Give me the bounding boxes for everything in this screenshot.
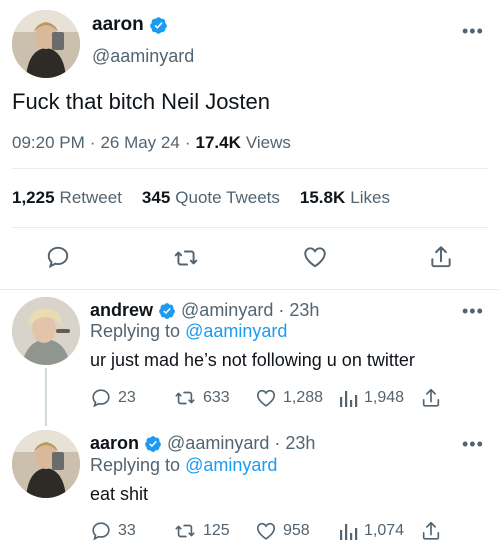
reply-age[interactable]: 23h	[285, 433, 315, 454]
main-handle[interactable]: @aaminyard	[92, 46, 194, 67]
like-count: 1,288	[283, 389, 324, 406]
divider	[12, 227, 488, 228]
retweet-count: 125	[203, 522, 230, 539]
reply-author-name[interactable]: andrew	[90, 300, 153, 321]
reply-author-name[interactable]: aaron	[90, 433, 139, 454]
reply-author-handle[interactable]: @aminyard	[181, 300, 273, 321]
share-icon[interactable]	[420, 386, 442, 410]
more-icon[interactable]: •••	[462, 435, 484, 453]
reply-age[interactable]: 23h	[289, 300, 319, 321]
views-button[interactable]: 1,074	[338, 520, 404, 542]
divider	[12, 168, 488, 169]
like-icon[interactable]	[301, 244, 329, 270]
main-display-name[interactable]: aaron	[92, 14, 144, 36]
reply-count: 33	[118, 522, 136, 539]
main-stats-row: 1,225 Retweet 345 Quote Tweets 15.8K Lik…	[12, 188, 390, 208]
retweet-button[interactable]: 633	[173, 387, 230, 409]
aaron-avatar[interactable]	[12, 10, 80, 78]
separator: ·	[274, 433, 281, 453]
quote-label[interactable]: Quote Tweets	[175, 188, 280, 208]
likes-label[interactable]: Likes	[350, 188, 390, 208]
like-icon	[256, 522, 276, 540]
more-icon[interactable]: •••	[462, 302, 484, 320]
reply-button[interactable]: 23	[90, 387, 136, 409]
like-button[interactable]: 1,288	[255, 387, 323, 409]
retweet-count: 633	[203, 389, 230, 406]
like-count: 958	[283, 522, 310, 539]
main-tweet-text: Fuck that bitch Neil Josten	[12, 89, 271, 114]
reply-text: eat shit	[90, 484, 149, 504]
views-button[interactable]: 1,948	[338, 387, 404, 409]
replying-to-link[interactable]: @aaminyard	[185, 321, 287, 342]
retweet-button[interactable]: 125	[173, 520, 230, 542]
reply-count: 23	[118, 389, 136, 406]
views-count: 1,074	[364, 522, 405, 539]
aaron-avatar[interactable]	[12, 430, 80, 498]
main-time: 09:20 PM	[12, 133, 85, 152]
share-icon[interactable]	[420, 519, 442, 543]
separator: ·	[89, 133, 96, 152]
share-icon[interactable]	[428, 243, 454, 271]
like-icon	[256, 389, 276, 407]
retweet-icon	[175, 524, 195, 538]
views-icon	[340, 391, 358, 407]
reply-author-handle[interactable]: @aaminyard	[167, 433, 269, 454]
verified-badge-icon	[159, 302, 175, 319]
retweet-icon[interactable]	[172, 245, 200, 271]
like-button[interactable]: 958	[255, 520, 310, 542]
retweet-label[interactable]: Retweet	[60, 188, 122, 208]
views-count: 1,948	[364, 389, 405, 406]
replying-to-label: Replying to	[90, 455, 181, 475]
separator: ·	[278, 300, 285, 320]
retweet-count[interactable]: 1,225	[12, 188, 55, 208]
andrew-avatar[interactable]	[12, 297, 80, 365]
reply-icon[interactable]	[45, 244, 71, 270]
retweet-icon	[175, 391, 195, 405]
more-icon[interactable]: •••	[462, 22, 484, 40]
reply-text: ur just mad he’s not following u on twit…	[90, 350, 415, 370]
main-date: 26 May 24	[100, 133, 180, 152]
thread-line	[45, 368, 47, 426]
verified-badge-icon	[149, 16, 167, 34]
replying-to-label: Replying to	[90, 321, 181, 341]
likes-count[interactable]: 15.8K	[300, 188, 345, 208]
main-views-count: 17.4K	[195, 133, 241, 152]
reply-icon	[92, 389, 110, 408]
views-icon	[340, 524, 358, 540]
main-views-label: Views	[245, 133, 291, 152]
verified-badge-icon	[145, 435, 161, 452]
quote-count[interactable]: 345	[142, 188, 170, 208]
reply-button[interactable]: 33	[90, 520, 136, 542]
divider	[0, 289, 500, 290]
reply-icon	[92, 522, 110, 541]
separator: ·	[184, 133, 191, 152]
replying-to-link[interactable]: @aminyard	[185, 455, 277, 476]
main-meta-row: 09:20 PM · 26 May 24 · 17.4K Views	[12, 133, 291, 153]
